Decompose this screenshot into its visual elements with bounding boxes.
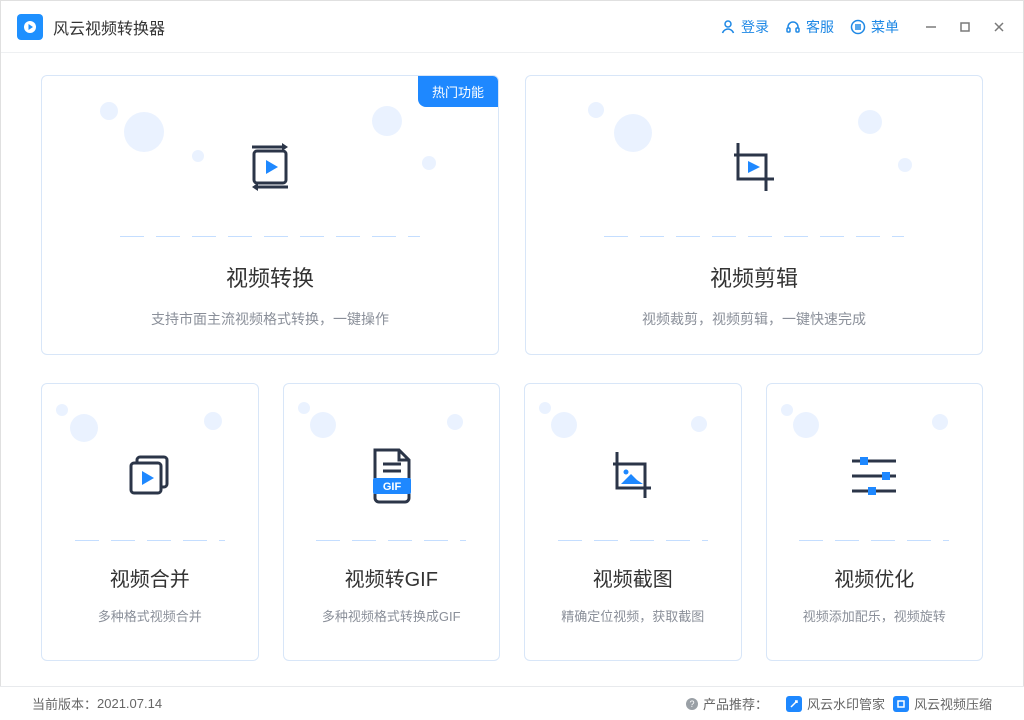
product-icon <box>893 696 909 712</box>
headset-icon <box>785 19 801 35</box>
crop-icon <box>526 128 982 206</box>
card-desc: 支持市面主流视频格式转换，一键操作 <box>42 309 498 329</box>
merge-icon <box>42 440 258 512</box>
recommend-label-1: 风云水印管家 <box>807 694 885 713</box>
titlebar-actions: 登录 客服 菜单 <box>720 17 1007 37</box>
card-video-edit[interactable]: 视频剪辑 视频裁剪，视频剪辑，一键快速完成 <box>525 75 983 355</box>
menu-icon <box>850 19 866 35</box>
version-label: 当前版本： <box>32 694 97 713</box>
minimize-button[interactable] <box>923 19 939 35</box>
gif-file-icon: GIF <box>284 440 500 512</box>
card-video-convert[interactable]: 热门功能 视频转换 支持市面主流视频格式转换，一键操作 <box>41 75 499 355</box>
divider <box>558 540 708 541</box>
top-row: 热门功能 视频转换 支持市面主流视频格式转换，一键操作 <box>41 75 983 355</box>
recommend-compress[interactable]: 风云视频压缩 <box>893 694 992 713</box>
app-logo-icon <box>17 14 43 40</box>
support-button[interactable]: 客服 <box>785 17 834 37</box>
convert-icon <box>42 128 498 206</box>
maximize-button[interactable] <box>957 19 973 35</box>
support-label: 客服 <box>806 17 834 37</box>
recommend-label-2: 风云视频压缩 <box>914 694 992 713</box>
main-content: 热门功能 视频转换 支持市面主流视频格式转换，一键操作 <box>1 53 1023 677</box>
divider <box>75 540 225 541</box>
card-title: 视频截图 <box>525 563 741 592</box>
login-button[interactable]: 登录 <box>720 17 769 37</box>
card-title: 视频转GIF <box>284 563 500 592</box>
svg-text:?: ? <box>689 699 694 709</box>
recommend-watermark[interactable]: 风云水印管家 <box>786 694 885 713</box>
card-desc: 视频裁剪，视频剪辑，一键快速完成 <box>526 309 982 329</box>
card-title: 视频优化 <box>767 563 983 592</box>
titlebar: 风云视频转换器 登录 客服 菜单 <box>1 1 1023 53</box>
card-title: 视频转换 <box>42 261 498 293</box>
card-desc: 精确定位视频，获取截图 <box>525 606 741 625</box>
card-desc: 多种格式视频合并 <box>42 606 258 625</box>
divider <box>799 540 949 541</box>
menu-button[interactable]: 菜单 <box>850 17 899 37</box>
product-icon <box>786 696 802 712</box>
login-label: 登录 <box>741 17 769 37</box>
close-button[interactable] <box>991 19 1007 35</box>
svg-text:GIF: GIF <box>383 481 402 493</box>
app-title: 风云视频转换器 <box>53 15 720 39</box>
card-title: 视频合并 <box>42 563 258 592</box>
statusbar: 当前版本： 2021.07.14 ? 产品推荐： 风云水印管家 风云视频压缩 <box>0 686 1024 720</box>
sliders-icon <box>767 440 983 512</box>
version-value: 2021.07.14 <box>97 696 162 711</box>
card-desc: 视频添加配乐，视频旋转 <box>767 606 983 625</box>
window-controls <box>923 19 1007 35</box>
card-video-to-gif[interactable]: GIF 视频转GIF 多种视频格式转换成GIF <box>283 383 501 661</box>
divider <box>120 236 420 237</box>
card-video-optimize[interactable]: 视频优化 视频添加配乐，视频旋转 <box>766 383 984 661</box>
hot-badge: 热门功能 <box>418 76 498 107</box>
question-icon: ? <box>685 697 699 711</box>
user-icon <box>720 19 736 35</box>
screenshot-icon <box>525 440 741 512</box>
divider <box>604 236 904 237</box>
card-video-merge[interactable]: 视频合并 多种格式视频合并 <box>41 383 259 661</box>
menu-label: 菜单 <box>871 17 899 37</box>
card-desc: 多种视频格式转换成GIF <box>284 606 500 625</box>
divider <box>316 540 466 541</box>
card-video-screenshot[interactable]: 视频截图 精确定位视频，获取截图 <box>524 383 742 661</box>
recommend-label: ? 产品推荐： <box>685 694 768 713</box>
bottom-row: 视频合并 多种格式视频合并 GIF 视频转GIF <box>41 383 983 661</box>
card-title: 视频剪辑 <box>526 261 982 293</box>
